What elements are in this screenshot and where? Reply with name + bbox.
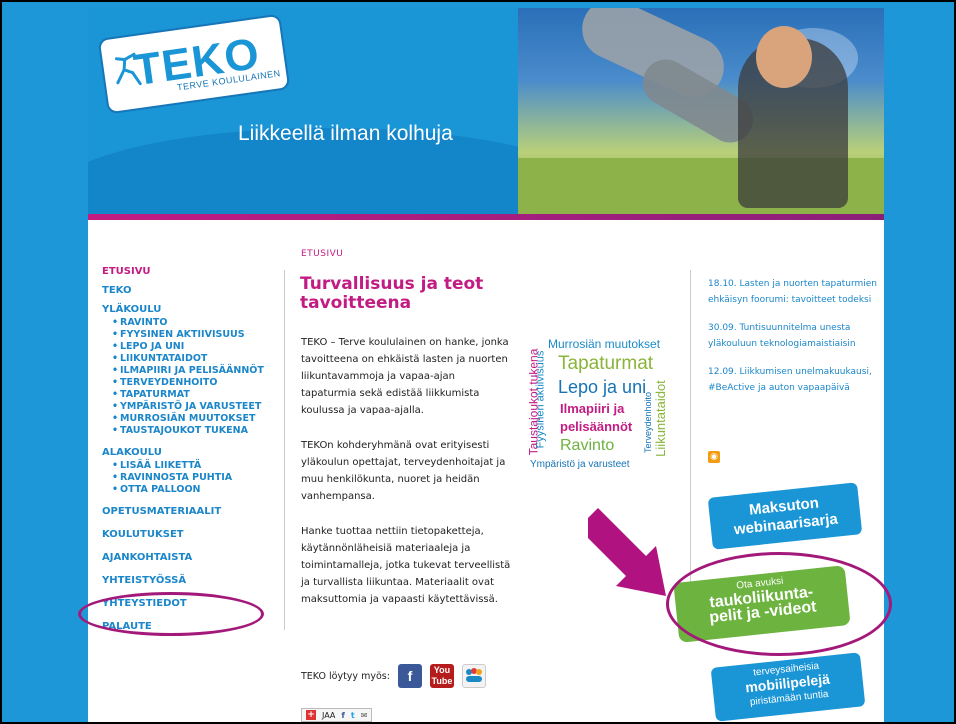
paragraph: TEKO – Terve koululainen on hanke, jonka… xyxy=(301,337,509,416)
word-cloud: Murrosiän muutokset Tapaturmat Lepo ja u… xyxy=(526,337,680,478)
highlight-ellipse xyxy=(78,592,264,636)
paragraph: Hanke tuottaa nettiin tietopaketteja, kä… xyxy=(301,526,511,605)
share-icons: f xyxy=(341,710,345,720)
cloud-word: Ravinto xyxy=(560,437,615,454)
highlight-ellipse xyxy=(666,552,892,656)
nav-yhteistyossa[interactable]: YHTEISTYÖSSÄ xyxy=(102,575,272,586)
plus-icon: + xyxy=(306,710,316,720)
myspace-icon[interactable] xyxy=(461,664,486,688)
share-button[interactable]: + JAA f t ✉ xyxy=(301,708,373,722)
youtube-icon[interactable]: You Tube xyxy=(429,664,454,688)
nav-item[interactable]: LIIKUNTATAIDOT xyxy=(112,353,272,365)
nav-ajankohtaista[interactable]: AJANKOHTAISTA xyxy=(102,552,272,563)
intro-text: TEKO – Terve koululainen on hanke, jonka… xyxy=(301,334,513,626)
facebook-icon[interactable]: f xyxy=(397,664,422,688)
nav-ylakoulu-list: RAVINTO FYYSINEN AKTIIVISUUS LEPO JA UNI… xyxy=(112,317,272,437)
nav-koulutukset[interactable]: KOULUTUKSET xyxy=(102,529,272,540)
cloud-word: Liikuntataidot xyxy=(652,380,668,457)
nav-ylakoulu[interactable]: YLÄKOULU xyxy=(102,304,272,315)
slogan: Liikkeellä ilman kolhuja xyxy=(238,122,453,145)
left-nav: ETUSIVU TEKO YLÄKOULU RAVINTO FYYSINEN A… xyxy=(102,266,272,640)
header-bar xyxy=(88,214,884,220)
nav-item[interactable]: TAPATURMAT xyxy=(112,389,272,401)
nav-item[interactable]: TAUSTAJOUKOT TUKENA xyxy=(112,425,272,437)
breadcrumb[interactable]: ETUSIVU xyxy=(301,249,343,259)
nav-item[interactable]: YMPÄRISTÖ JA VARUSTEET xyxy=(112,401,272,413)
news-item[interactable]: 18.10. Lasten ja nuorten tapaturmien ehk… xyxy=(708,276,878,308)
nav-item[interactable]: LISÄÄ LIIKETTÄ xyxy=(112,460,272,472)
nav-item[interactable]: RAVINTO xyxy=(112,317,272,329)
share-label: JAA xyxy=(322,710,336,720)
mobiilipelit-banner[interactable]: terveysaiheisia mobiilipelejä piristämää… xyxy=(710,652,866,722)
header-photo xyxy=(518,8,884,214)
social-links: TEKO löytyy myös: f You Tube xyxy=(301,664,486,688)
email-icon: ✉ xyxy=(360,710,368,720)
social-label: TEKO löytyy myös: xyxy=(301,670,390,682)
cloud-word: Murrosiän muutokset xyxy=(548,337,661,351)
arrow-icon xyxy=(588,508,666,596)
nav-opetusmateriaalit[interactable]: OPETUSMATERIAALIT xyxy=(102,506,272,517)
paragraph: TEKOn kohderyhmänä ovat erityisesti yläk… xyxy=(301,440,506,502)
cloud-word: Ilmapiiri ja xyxy=(560,401,625,416)
cloud-word: Lepo ja uni xyxy=(558,377,647,397)
header: TEKO TERVE KOULULAINEN Liikkeellä ilman … xyxy=(88,8,884,214)
browser-frame: TEKO TERVE KOULULAINEN Liikkeellä ilman … xyxy=(0,0,956,724)
nav-alakoulu[interactable]: ALAKOULU xyxy=(102,447,272,458)
nav-item[interactable]: RAVINNOSTA PUHTIA xyxy=(112,472,272,484)
divider xyxy=(284,270,285,630)
nav-teko[interactable]: TEKO xyxy=(102,285,272,296)
nav-item[interactable]: FYYSINEN AKTIIVISUUS xyxy=(112,329,272,341)
cloud-word: Tapaturmat xyxy=(558,353,654,374)
news-item[interactable]: 30.09. Tuntisuunnitelma unesta yläkouluu… xyxy=(708,320,878,352)
nav-item[interactable]: LEPO JA UNI xyxy=(112,341,272,353)
cloud-word: Fyysinen aktiivisuus xyxy=(534,350,547,449)
nav-item[interactable]: OTTA PALLOON xyxy=(112,484,272,496)
webinar-banner[interactable]: Maksuton webinaarisarja xyxy=(707,482,863,550)
face-shape xyxy=(756,26,812,88)
twitter-icon: t xyxy=(350,710,355,720)
nav-alakoulu-list: LISÄÄ LIIKETTÄ RAVINNOSTA PUHTIA OTTA PA… xyxy=(112,460,272,496)
cloud-word: Terveydenhoito xyxy=(643,391,654,454)
nav-item[interactable]: ILMAPIIRI JA PELISÄÄNNÖT xyxy=(112,365,272,377)
cloud-word: pelisäännöt xyxy=(560,419,633,434)
page-title: Turvallisuus ja teot tavoitteena xyxy=(300,274,484,313)
nav-etusivu[interactable]: ETUSIVU xyxy=(102,266,272,277)
cloud-word: Ympäristö ja varusteet xyxy=(530,459,630,470)
rss-icon[interactable]: ◉ xyxy=(708,451,720,463)
nav-item[interactable]: TERVEYDENHOITO xyxy=(112,377,272,389)
news-item[interactable]: 12.09. Liikkumisen unelmakuukausi, #BeAc… xyxy=(708,364,878,396)
news-list: 18.10. Lasten ja nuorten tapaturmien ehk… xyxy=(708,276,878,408)
nav-item[interactable]: MURROSIÄN MUUTOKSET xyxy=(112,413,272,425)
